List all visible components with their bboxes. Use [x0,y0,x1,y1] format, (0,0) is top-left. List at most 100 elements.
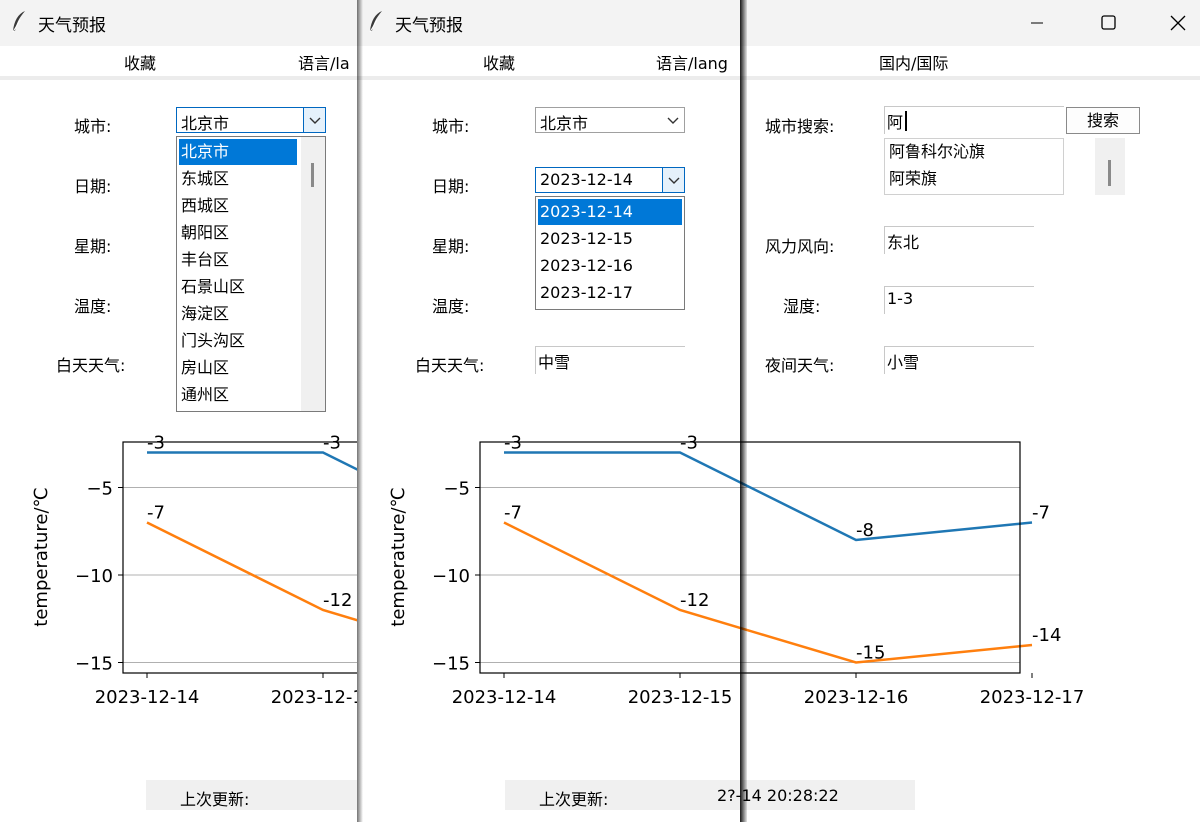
y-tick-label: −5 [443,479,470,500]
minimize-icon [1031,22,1043,24]
temperature-chart: −5−10−15-3-3-8-7-7-12-15-142023-12-14202… [388,433,1085,709]
menu-favorites[interactable]: 收藏 [483,50,515,74]
data-label: -12 [680,590,709,611]
window-title: 天气预报 [395,16,463,36]
list-item[interactable]: 2023-12-14 [538,199,682,225]
search-results-list[interactable]: 阿鲁科尔沁旗 阿荣旗 [884,138,1064,195]
menu-bar: 收藏 语言/la [0,46,360,80]
last-update-label: 上次更新: [180,790,250,809]
window-title: 天气预报 [38,16,106,36]
close-button[interactable] [1142,0,1200,46]
chevron-down-icon[interactable] [303,108,325,132]
list-item[interactable]: 北京市 [179,139,297,165]
search-button[interactable]: 搜索 [1066,107,1140,134]
date-combobox[interactable]: 2023-12-14 [535,167,685,193]
date-combobox-value: 2023-12-14 [540,170,633,189]
data-label: -8 [856,520,874,541]
day-weather-field[interactable]: 中雪 [535,346,685,374]
wind-level-value: 1-3 [887,289,914,308]
series-line [147,451,360,473]
y-tick-label: −10 [432,566,470,587]
list-item[interactable]: 丰台区 [179,247,297,273]
series-line [504,451,1033,542]
date-label: 日期: [74,177,112,196]
close-icon [1170,15,1186,31]
list-item[interactable]: 2023-12-16 [538,253,682,279]
list-item[interactable]: 2023-12-15 [538,226,682,252]
list-item[interactable]: 2023-12-17 [538,280,682,306]
series-line [503,521,1033,664]
weekday-label: 星期: [432,237,470,256]
menu-favorites[interactable]: 收藏 [124,50,156,74]
plot-frame [122,441,360,674]
x-tick-label: 2023-12-17 [980,687,1085,708]
data-label: -14 [1032,625,1061,646]
city-combobox-value: 北京市 [540,114,589,133]
y-tick-label: −15 [75,654,113,675]
search-results-scrollbar[interactable] [1095,138,1125,195]
list-item[interactable]: 西城区 [179,193,297,219]
list-item[interactable]: 石景山区 [179,274,297,300]
scrollbar-thumb[interactable] [311,163,314,187]
temperature-label: 温度: [74,297,112,316]
y-tick-label: −5 [86,479,113,500]
chevron-down-icon[interactable] [662,168,684,192]
x-tick-label: 2023-12-14 [95,687,200,708]
night-weather-label: 夜间天气: [765,356,835,375]
data-label: -7 [504,503,522,524]
minimize-button[interactable] [1002,0,1072,46]
city-combobox[interactable]: 北京市 [176,107,326,133]
x-tick-label: 2023-12-14 [452,687,557,708]
wind-value: 东北 [887,233,920,252]
weekday-label: 星期: [74,237,112,256]
chevron-down-icon[interactable] [662,108,684,132]
list-item[interactable]: 朝阳区 [179,220,297,246]
date-label: 日期: [432,177,470,196]
day-weather-label: 白天天气: [415,356,485,375]
list-item[interactable]: 阿荣旗 [887,166,1061,192]
list-item[interactable]: 东城区 [179,166,297,192]
window-edge-shadow [740,0,747,822]
title-bar: 天气预报 [357,0,1200,46]
city-combobox-value: 北京市 [181,114,230,133]
date-dropdown-list[interactable]: 2023-12-14 2023-12-15 2023-12-16 2023-12… [535,196,685,310]
status-bar: 上次更新: [146,780,360,810]
list-scrollbar[interactable] [301,137,325,411]
wind-level-field[interactable]: 1-3 [884,286,1034,314]
list-item[interactable]: 房山区 [179,355,297,381]
x-tick-label: 2023-12-15 [628,687,733,708]
data-label: -3 [323,433,341,454]
menu-bar: 收藏 语言/lang 国内/国际 [357,46,1200,80]
last-update-time: 2?-14 20:28:22 [717,786,839,805]
city-combobox[interactable]: 北京市 [535,107,685,133]
status-bar: 上次更新: 2?-14 20:28:22 [505,780,915,810]
y-axis-label: temperature/℃ [31,487,52,626]
temperature-chart: −5−10−15-3-3-8-7-7-12-15-142023-12-14202… [31,433,360,708]
main-window: 天气预报 收藏 语言/lang 国内/国际 城市: 北京市 日期: 2023-1… [357,0,1200,822]
day-weather-value: 中雪 [538,353,571,372]
list-item[interactable]: 通州区 [179,382,297,408]
temperature-label: 温度: [432,297,470,316]
scrollbar-thumb[interactable] [1108,160,1111,186]
wind-level-label: 湿度: [783,297,821,316]
menu-domestic-international[interactable]: 国内/国际 [879,50,948,74]
day-weather-label: 白天天气: [56,356,126,375]
x-tick-label: 2023-12-16 [804,687,909,708]
left-window: 天气预报 收藏 语言/la 城市: 北京市 北京市 东城区 西城区 朝阳区 丰台… [0,0,360,822]
list-item[interactable]: 海淀区 [179,301,297,327]
menu-language[interactable]: 语言/lang [656,50,728,74]
city-label: 城市: [432,117,470,136]
maximize-button[interactable] [1072,0,1142,46]
last-update-label: 上次更新: [539,790,609,809]
data-label: -3 [504,433,522,454]
window-edge-shadow [357,0,363,822]
menu-language[interactable]: 语言/la [298,50,350,74]
night-weather-value: 小雪 [887,353,920,372]
wind-field[interactable]: 东北 [884,226,1034,254]
list-item[interactable]: 阿鲁科尔沁旗 [887,139,1061,165]
data-label: -15 [856,643,885,664]
list-item[interactable]: 门头沟区 [179,328,297,354]
city-search-input[interactable]: 阿 [884,106,1064,134]
city-dropdown-list[interactable]: 北京市 东城区 西城区 朝阳区 丰台区 石景山区 海淀区 门头沟区 房山区 通州… [176,136,326,412]
night-weather-field[interactable]: 小雪 [884,346,1034,374]
